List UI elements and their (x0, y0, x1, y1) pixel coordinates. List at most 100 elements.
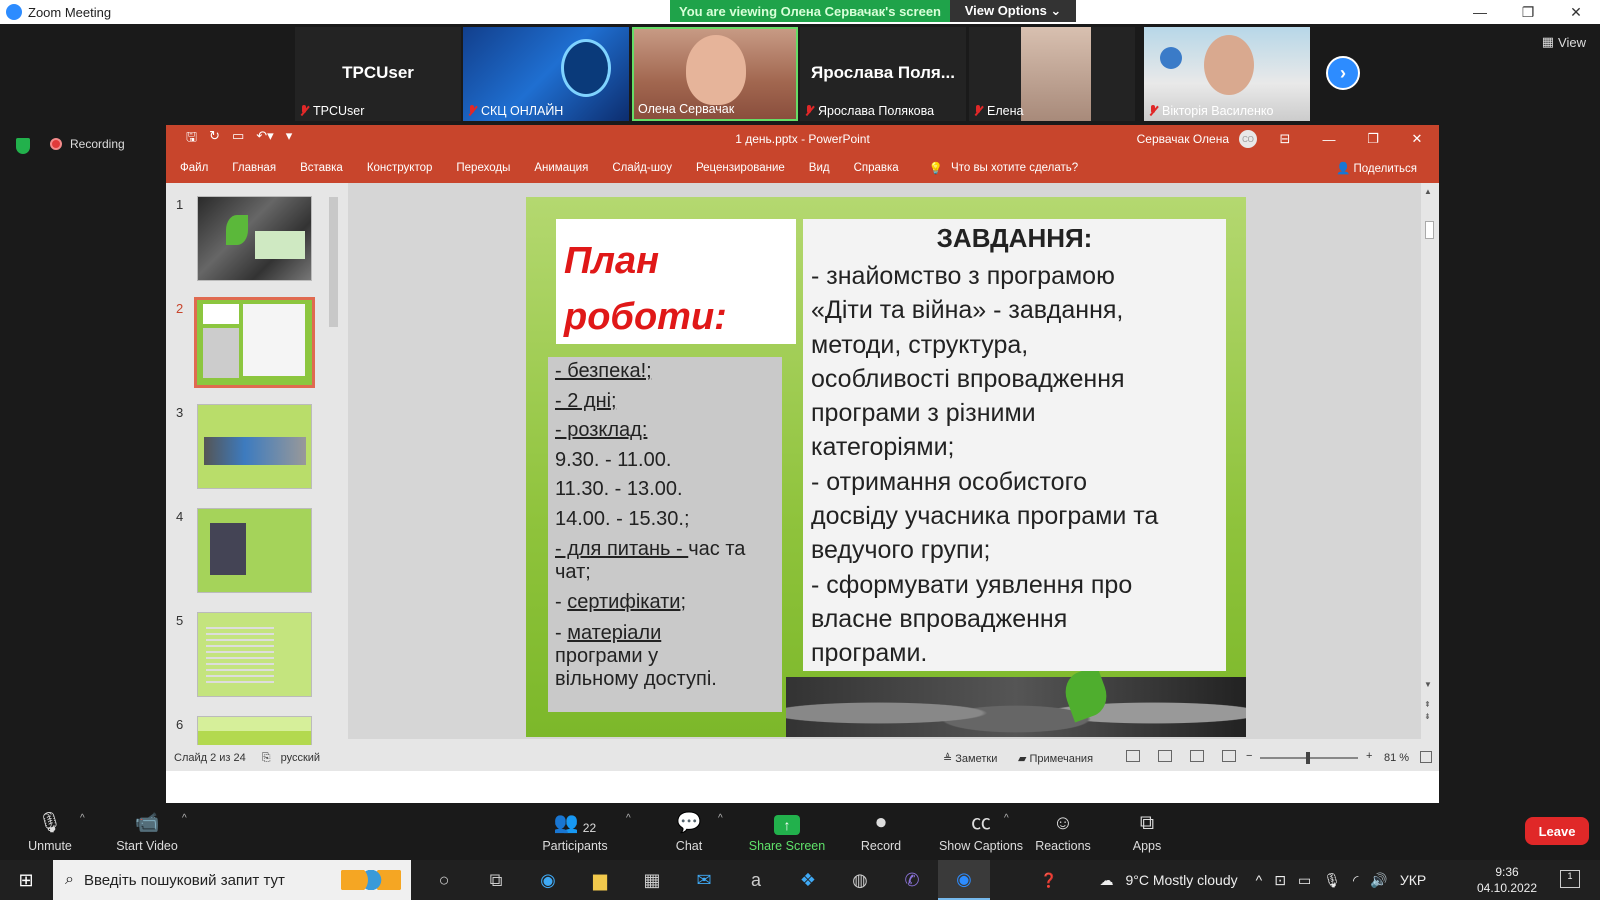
app-icon[interactable]: ◍ (834, 860, 886, 900)
tab-transitions[interactable]: Переходы (456, 162, 510, 174)
taskbar-search-box[interactable]: ⌕ Введіть пошуковий запит тут (53, 860, 411, 900)
spellcheck-icon[interactable]: ⎘ (262, 752, 271, 765)
video-options-caret-icon[interactable]: ^ (182, 813, 187, 824)
slide-thumbnail[interactable] (197, 404, 312, 489)
redo-icon[interactable]: ↻ (209, 128, 220, 150)
viber-icon[interactable]: ✆ (886, 860, 938, 900)
leave-button[interactable]: Leave (1525, 817, 1589, 845)
slide-sorter-icon[interactable] (1158, 750, 1172, 762)
current-slide[interactable]: План роботи: - безпека!; - 2 дні; - розк… (526, 197, 1246, 737)
scrollbar-thumb[interactable] (329, 197, 338, 327)
audio-options-caret-icon[interactable]: ^ (80, 813, 85, 824)
tab-help[interactable]: Справка (854, 162, 899, 174)
participants-button[interactable]: 👥 22 Participants (530, 809, 620, 853)
thumbnail-item[interactable]: 1 (166, 193, 338, 288)
show-hidden-icons-icon[interactable]: ^ (1256, 872, 1263, 888)
slideshow-icon[interactable]: ▭ (232, 128, 244, 150)
minimize-icon[interactable]: — (1307, 125, 1351, 153)
edge-icon[interactable]: ◉ (522, 860, 574, 900)
slide-thumbnail[interactable] (197, 508, 312, 593)
zoom-in-icon[interactable]: + (1366, 750, 1372, 762)
thumbnail-item[interactable]: 3 (166, 401, 338, 496)
close-icon[interactable]: ✕ (1552, 0, 1600, 24)
zoom-percent[interactable]: 81 % (1384, 752, 1409, 764)
comments-button[interactable]: ▰ Примечания (1018, 752, 1093, 765)
participant-tile[interactable]: TPCUser TPCUser (295, 27, 461, 121)
restore-icon[interactable]: ❐ (1351, 125, 1395, 153)
dropbox-icon[interactable]: ❖ (782, 860, 834, 900)
file-explorer-icon[interactable]: ▆ (574, 860, 626, 900)
slide-left-text-box[interactable]: - безпека!; - 2 дні; - розклад: 9.30. - … (548, 357, 782, 712)
tab-design[interactable]: Конструктор (367, 162, 433, 174)
normal-view-icon[interactable] (1126, 750, 1140, 762)
participant-tile[interactable]: Вікторія Василенко (1144, 27, 1310, 121)
chat-caret-icon[interactable]: ^ (718, 813, 723, 824)
share-button[interactable]: 👤 Поделиться (1336, 161, 1417, 175)
amazon-icon[interactable]: a (730, 860, 782, 900)
participant-tile[interactable]: СКЦ ОНЛАЙН (463, 27, 629, 121)
tab-review[interactable]: Рецензирование (696, 162, 785, 174)
wifi-icon[interactable]: ◜ (1353, 872, 1358, 889)
weather-text[interactable]: 9°C Mostly cloudy (1125, 872, 1237, 888)
start-video-button[interactable]: 📹 Start Video (102, 809, 192, 853)
prev-next-slide-icon[interactable]: ⇞ ⇟ (1424, 699, 1431, 723)
slide-scrollbar[interactable]: ▲ ▼ ⇞ ⇟ (1424, 187, 1436, 727)
captions-caret-icon[interactable]: ^ (1004, 813, 1009, 824)
restore-icon[interactable]: ❐ (1504, 0, 1552, 24)
volume-icon[interactable]: 🔊 (1370, 872, 1387, 889)
participant-tile[interactable]: Ярослава Поля... Ярослава Полякова (800, 27, 966, 121)
reactions-button[interactable]: ☺ Reactions (1018, 809, 1108, 853)
tab-file[interactable]: Файл (180, 162, 208, 174)
fit-slide-icon[interactable] (1420, 751, 1432, 763)
zoom-out-icon[interactable]: − (1246, 750, 1252, 762)
scrollbar-thumb[interactable] (1425, 221, 1434, 239)
thumbnail-item[interactable]: 5 (166, 609, 338, 704)
tell-me-box[interactable]: 💡 Что вы хотите сделать? (929, 161, 1078, 175)
zoom-taskbar-icon[interactable]: ◉ (938, 860, 990, 900)
cortana-icon[interactable]: ○ (418, 860, 470, 900)
notes-button[interactable]: ≜ Заметки (943, 752, 997, 765)
slide-thumbnail[interactable] (197, 716, 312, 747)
task-view-icon[interactable]: ⧉ (470, 860, 522, 900)
participants-caret-icon[interactable]: ^ (626, 813, 631, 824)
scroll-up-icon[interactable]: ▲ (1424, 187, 1432, 196)
slide-title-box[interactable]: План роботи: (556, 219, 796, 344)
share-screen-button[interactable]: ↑ Share Screen (742, 809, 832, 853)
customize-icon[interactable]: ▾ (286, 128, 293, 150)
thumbnail-item[interactable]: 4 (166, 505, 338, 600)
tab-home[interactable]: Главная (232, 162, 276, 174)
thumbnail-item[interactable]: 6 (166, 713, 338, 747)
slide-tasks-box[interactable]: ЗАВДАННЯ: - знайомство з програмою «Діти… (803, 219, 1226, 671)
next-page-arrow-icon[interactable]: › (1326, 56, 1360, 90)
store-icon[interactable]: ▦ (626, 860, 678, 900)
mail-icon[interactable]: ✉ (678, 860, 730, 900)
save-icon[interactable]: 🖫 (186, 128, 197, 150)
thumbnail-item-selected[interactable]: 2 (166, 297, 338, 392)
tab-insert[interactable]: Вставка (300, 162, 343, 174)
thumbnail-scrollbar[interactable] (329, 187, 339, 739)
recording-indicator[interactable]: Recording (50, 137, 125, 151)
network-tray-icon[interactable]: ⊡ (1274, 872, 1286, 889)
ribbon-display-icon[interactable]: ⊟ (1263, 125, 1307, 153)
user-avatar[interactable]: СО (1239, 130, 1257, 148)
windows-start-icon[interactable]: ⊞ (0, 860, 52, 900)
weather-icon[interactable]: ☁ (1099, 872, 1113, 889)
slide-thumbnail[interactable] (197, 612, 312, 697)
input-language[interactable]: УКР (1400, 872, 1426, 888)
tab-view[interactable]: Вид (809, 162, 830, 174)
participant-tile-active[interactable]: Олена Сервачак (632, 27, 798, 121)
scroll-down-icon[interactable]: ▼ (1424, 680, 1432, 689)
slide-thumbnail[interactable] (197, 196, 312, 281)
taskbar-clock[interactable]: 9:36 04.10.2022 (1476, 864, 1538, 896)
tab-slideshow[interactable]: Слайд-шоу (612, 162, 672, 174)
participant-tile[interactable]: Елена (969, 27, 1135, 121)
record-button[interactable]: ⏺ Record (836, 809, 926, 853)
view-layout-button[interactable]: ▦ View (1542, 34, 1586, 50)
apps-button[interactable]: ⧉ Apps (1102, 809, 1192, 853)
help-icon[interactable]: ❓ (1040, 872, 1057, 889)
slideshow-view-icon[interactable] (1222, 750, 1236, 762)
close-icon[interactable]: ✕ (1395, 125, 1439, 153)
zoom-slider-thumb[interactable] (1306, 752, 1310, 764)
tab-animations[interactable]: Анимация (534, 162, 588, 174)
battery-icon[interactable]: ▭ (1298, 872, 1311, 889)
